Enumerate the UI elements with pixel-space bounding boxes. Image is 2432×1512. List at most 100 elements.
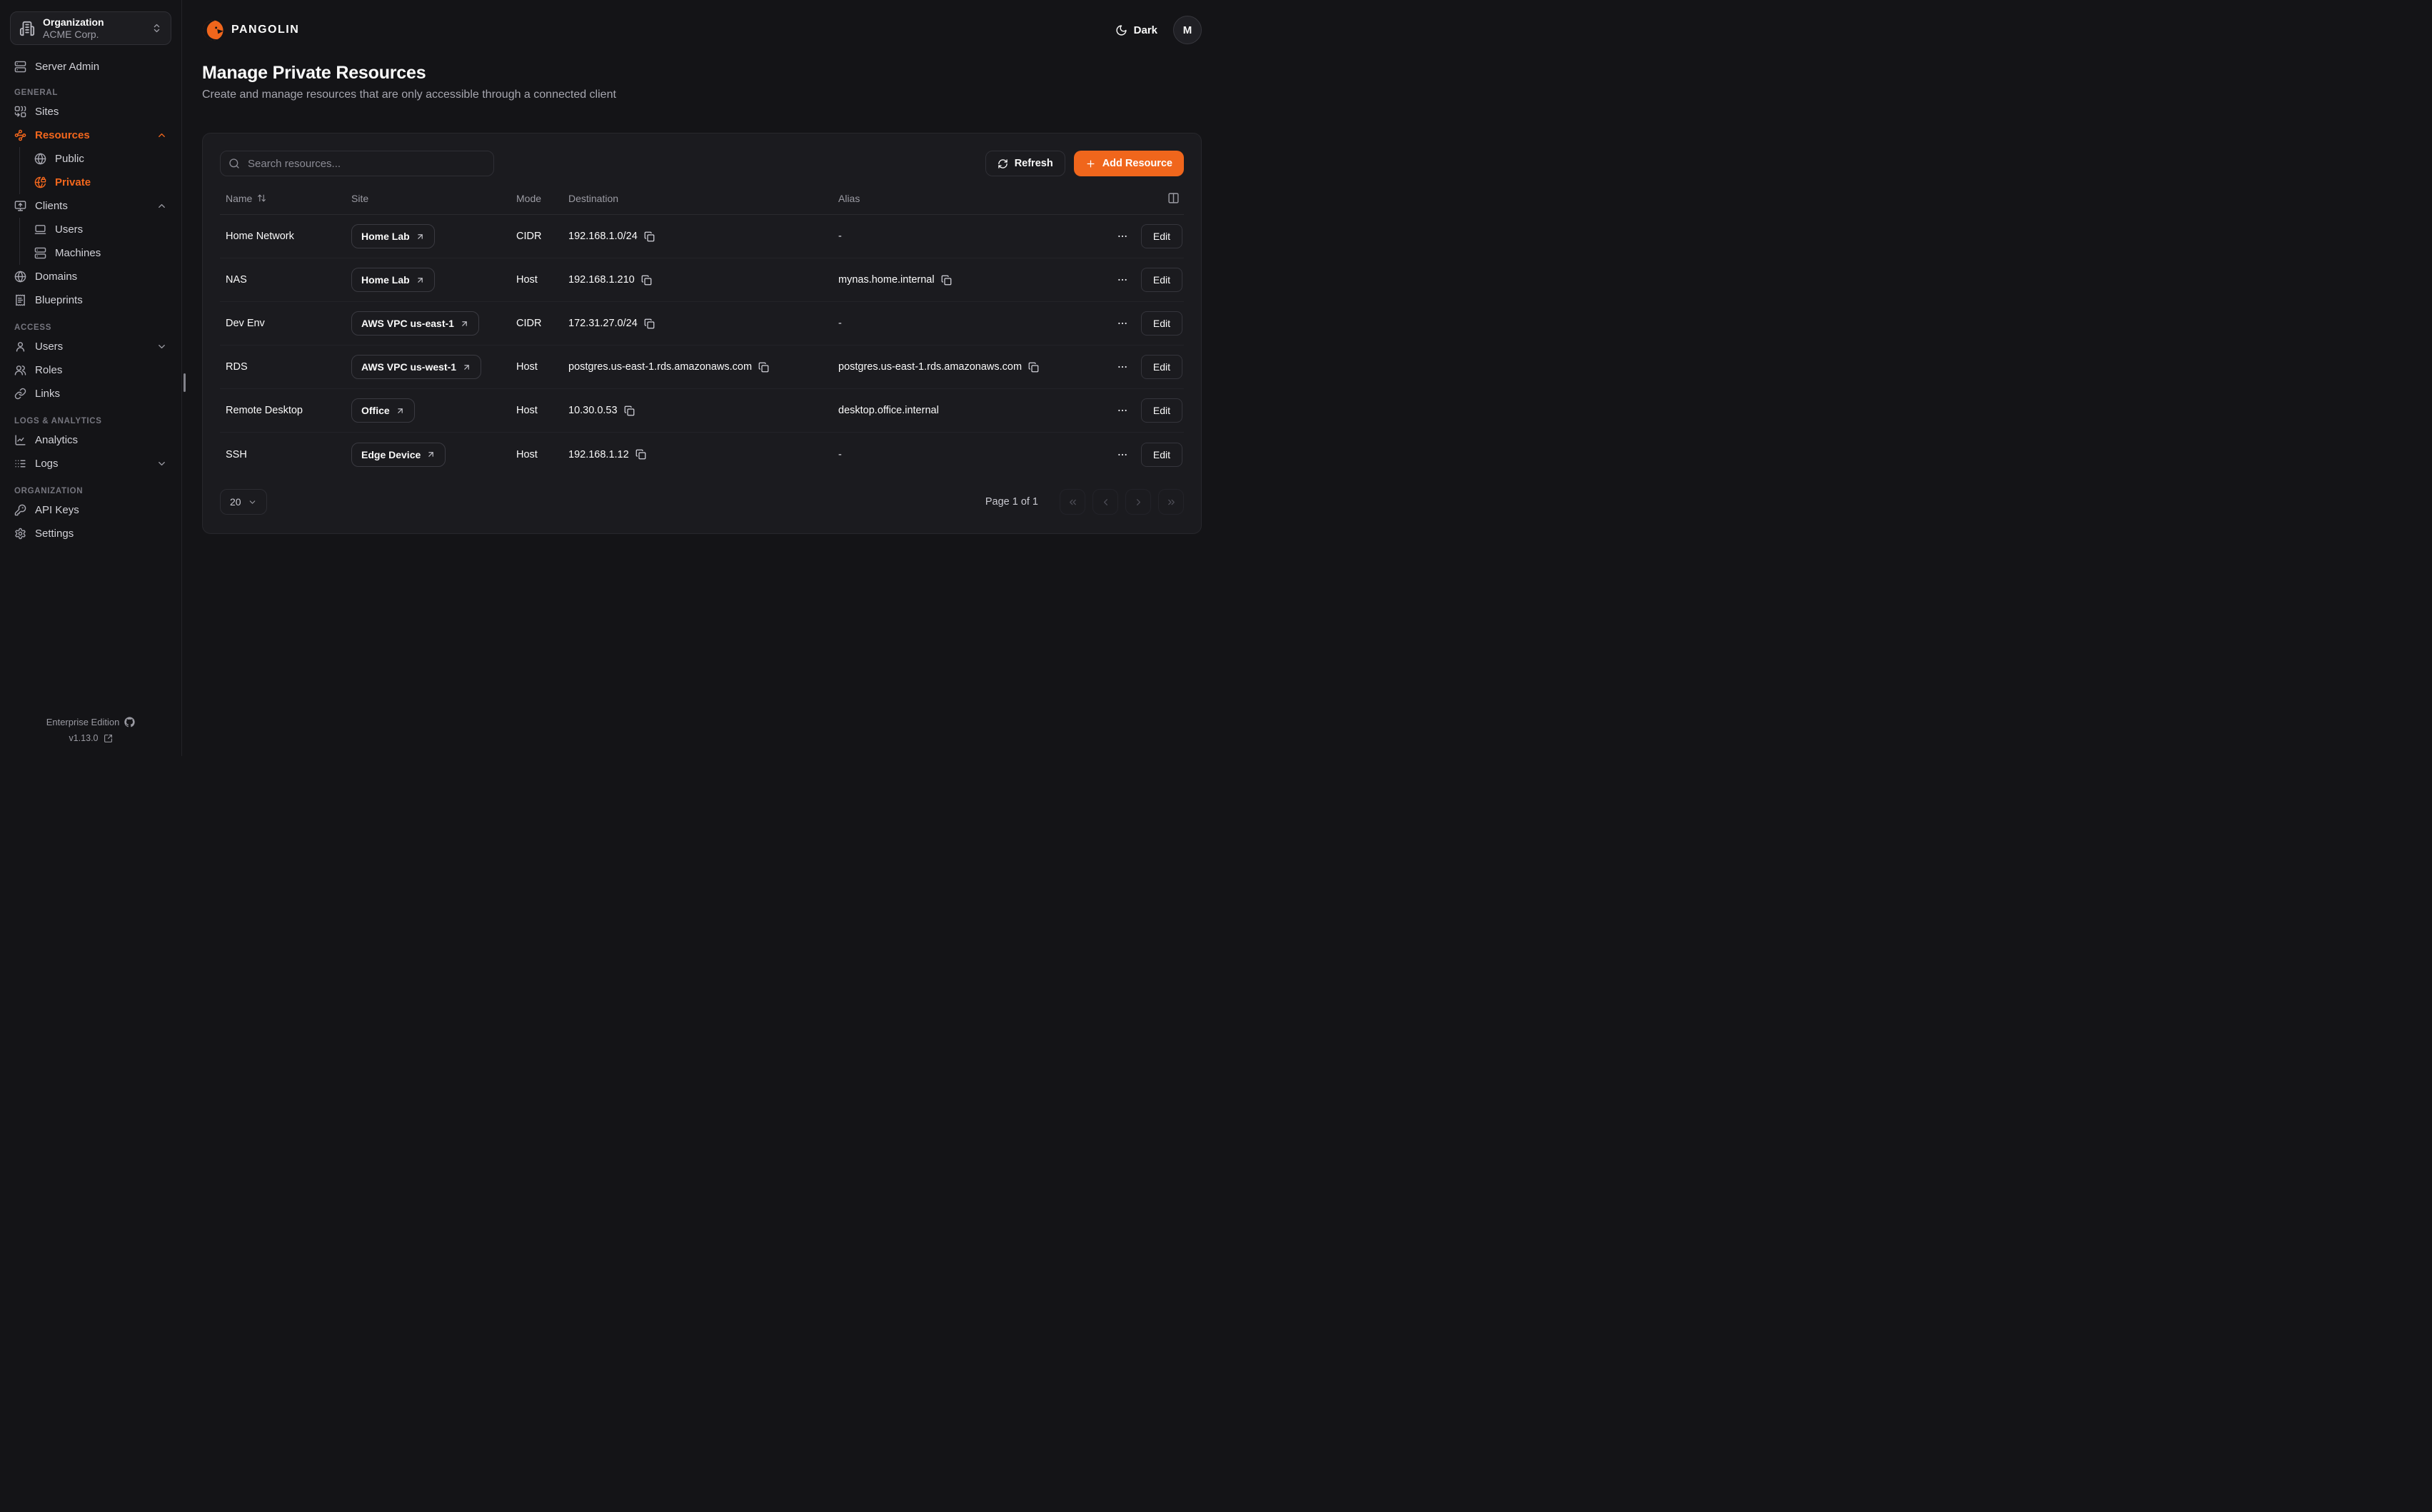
copy-icon[interactable] xyxy=(758,362,769,373)
sidebar-scrollbar-thumb[interactable] xyxy=(184,373,186,392)
resource-destination: 192.168.1.12 xyxy=(568,449,629,460)
sidebar-item-public[interactable]: Public xyxy=(30,147,171,171)
row-menu-button[interactable] xyxy=(1115,403,1130,418)
theme-toggle-label: Dark xyxy=(1134,24,1157,36)
site-name: Edge Device xyxy=(361,449,421,460)
sidebar-item-sites[interactable]: Sites xyxy=(10,100,171,124)
chevron-down-icon[interactable] xyxy=(156,458,167,469)
resource-alias: desktop.office.internal xyxy=(833,405,1084,416)
row-menu-button[interactable] xyxy=(1115,273,1130,287)
sidebar-item-server-admin[interactable]: Server Admin xyxy=(10,55,171,79)
sidebar-item-roles[interactable]: Roles xyxy=(10,358,171,382)
sidebar-item-domains[interactable]: Domains xyxy=(10,265,171,288)
chevron-down-icon[interactable] xyxy=(156,341,167,352)
copy-icon[interactable] xyxy=(635,449,646,460)
site-link-button[interactable]: Home Lab xyxy=(351,224,435,248)
refresh-icon xyxy=(998,158,1008,169)
sidebar-item-label: API Keys xyxy=(35,504,79,516)
next-page-button[interactable] xyxy=(1125,489,1151,515)
row-menu-button[interactable] xyxy=(1115,448,1130,462)
first-page-button[interactable] xyxy=(1060,489,1085,515)
resources-subnav: Public Private xyxy=(19,147,171,194)
brand-link[interactable]: PANGOLIN xyxy=(202,19,299,41)
sidebar-item-resources[interactable]: Resources xyxy=(10,124,171,147)
copy-icon[interactable] xyxy=(1028,362,1039,373)
copy-icon[interactable] xyxy=(641,275,652,286)
row-menu-button[interactable] xyxy=(1115,229,1130,243)
search-input[interactable] xyxy=(220,151,494,176)
edit-button[interactable]: Edit xyxy=(1141,355,1182,379)
sort-icon[interactable] xyxy=(257,193,266,203)
sidebar-item-label: Blueprints xyxy=(35,294,83,306)
clients-subnav: Users Machines xyxy=(19,218,171,265)
resource-destination: 192.168.1.210 xyxy=(568,274,635,286)
site-link-button[interactable]: AWS VPC us-west-1 xyxy=(351,355,481,379)
previous-page-button[interactable] xyxy=(1092,489,1118,515)
version-label[interactable]: v1.13.0 xyxy=(69,733,98,743)
logs-icon xyxy=(14,458,26,470)
external-link-icon[interactable] xyxy=(104,734,113,743)
sidebar-item-label: Users xyxy=(55,223,83,236)
add-resource-label: Add Resource xyxy=(1102,158,1172,169)
resource-name: Remote Desktop xyxy=(220,405,346,416)
toolbar: Refresh Add Resource xyxy=(220,151,1184,176)
site-link-button[interactable]: Home Lab xyxy=(351,268,435,292)
last-page-button[interactable] xyxy=(1158,489,1184,515)
sidebar-item-links[interactable]: Links xyxy=(10,382,171,405)
copy-icon[interactable] xyxy=(644,231,655,242)
github-icon[interactable] xyxy=(124,717,135,727)
sidebar-item-client-users[interactable]: Users xyxy=(30,218,171,241)
chart-line-icon xyxy=(14,434,26,446)
refresh-button[interactable]: Refresh xyxy=(985,151,1065,176)
table-row: Home Network Home Lab CIDR 192.168.1.0/2… xyxy=(220,215,1184,258)
edit-button[interactable]: Edit xyxy=(1141,311,1182,336)
sidebar-item-blueprints[interactable]: Blueprints xyxy=(10,288,171,312)
sidebar-item-users[interactable]: Users xyxy=(10,335,171,358)
edit-button[interactable]: Edit xyxy=(1141,268,1182,292)
gear-icon xyxy=(14,528,26,540)
edit-button[interactable]: Edit xyxy=(1141,443,1182,467)
globe-icon xyxy=(34,153,46,165)
site-link-button[interactable]: Edge Device xyxy=(351,443,446,467)
site-link-button[interactable]: Office xyxy=(351,398,415,423)
theme-toggle[interactable]: Dark xyxy=(1115,24,1157,36)
edit-button[interactable]: Edit xyxy=(1141,398,1182,423)
table-row: RDS AWS VPC us-west-1 Host postgres.us-e… xyxy=(220,346,1184,389)
server-icon xyxy=(14,61,26,73)
section-label-general: GENERAL xyxy=(14,89,167,97)
site-link-button[interactable]: AWS VPC us-east-1 xyxy=(351,311,479,336)
page-subtitle: Create and manage resources that are onl… xyxy=(202,89,1202,101)
site-name: AWS VPC us-east-1 xyxy=(361,318,454,329)
sidebar-item-logs[interactable]: Logs xyxy=(10,452,171,475)
chevron-down-icon xyxy=(248,498,257,507)
copy-icon[interactable] xyxy=(941,275,952,286)
row-menu-button[interactable] xyxy=(1115,360,1130,374)
avatar[interactable]: M xyxy=(1173,16,1202,44)
table-row: NAS Home Lab Host 192.168.1.210 mynas.ho… xyxy=(220,258,1184,302)
org-switcher[interactable]: Organization ACME Corp. xyxy=(10,11,171,45)
copy-icon[interactable] xyxy=(624,405,635,416)
sidebar-item-machines[interactable]: Machines xyxy=(30,241,171,265)
chevron-up-icon[interactable] xyxy=(156,130,167,141)
sidebar-item-api-keys[interactable]: API Keys xyxy=(10,498,171,522)
sidebar-item-clients[interactable]: Clients xyxy=(10,194,171,218)
page-head: Manage Private Resources Create and mana… xyxy=(202,63,1202,101)
resource-name: RDS xyxy=(220,361,346,373)
sidebar-item-private[interactable]: Private xyxy=(30,171,171,194)
chevrons-up-down-icon xyxy=(151,23,162,34)
chevron-up-icon[interactable] xyxy=(156,201,167,211)
col-site-label: Site xyxy=(346,193,511,204)
columns-icon[interactable] xyxy=(1167,192,1182,204)
users-icon xyxy=(14,364,26,376)
add-resource-button[interactable]: Add Resource xyxy=(1074,151,1184,176)
col-mode-label: Mode xyxy=(511,193,563,204)
plus-icon xyxy=(1085,158,1096,169)
sidebar-item-settings[interactable]: Settings xyxy=(10,522,171,545)
page-size-value: 20 xyxy=(230,496,241,508)
sidebar-item-analytics[interactable]: Analytics xyxy=(10,428,171,452)
refresh-label: Refresh xyxy=(1015,158,1053,169)
row-menu-button[interactable] xyxy=(1115,316,1130,331)
edit-button[interactable]: Edit xyxy=(1141,224,1182,248)
page-size-select[interactable]: 20 xyxy=(220,489,267,515)
copy-icon[interactable] xyxy=(644,318,655,329)
